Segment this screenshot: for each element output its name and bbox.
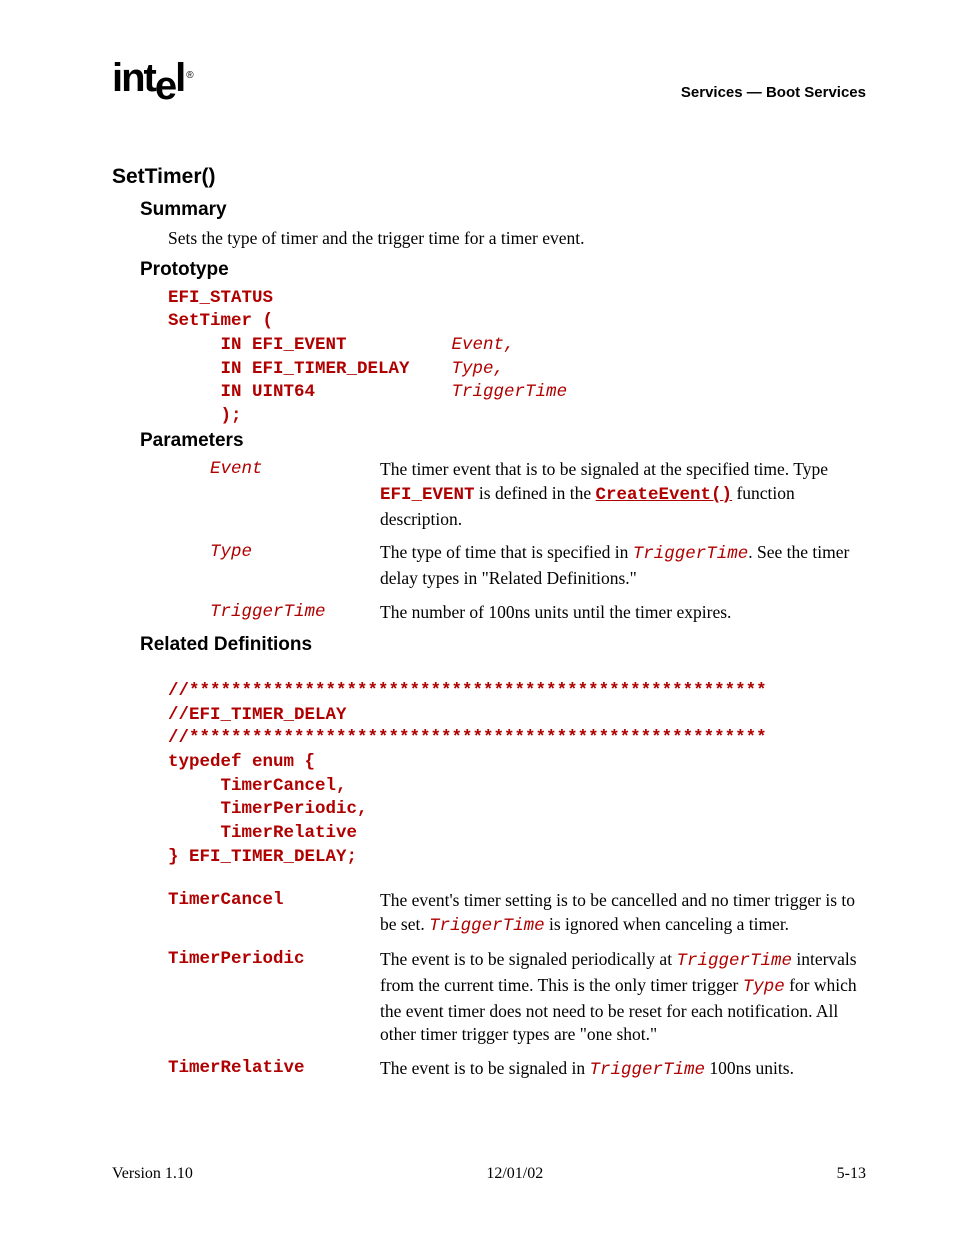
def-desc: The event is to be signaled periodically… (380, 948, 866, 1047)
param-type: Type The type of time that is specified … (210, 541, 866, 590)
related-heading: Related Definitions (140, 634, 866, 656)
prototype-heading: Prototype (140, 259, 866, 281)
summary-text: Sets the type of timer and the trigger t… (168, 227, 866, 251)
param-desc: The timer event that is to be signaled a… (380, 458, 866, 531)
summary-heading: Summary (140, 199, 866, 221)
section-label: Services — Boot Services (681, 84, 866, 101)
related-code: //**************************************… (168, 680, 866, 869)
def-timercancel: TimerCancel The event's timer setting is… (168, 889, 866, 938)
def-desc: The event's timer setting is to be cance… (380, 889, 866, 938)
param-desc: The number of 100ns units until the time… (380, 601, 866, 625)
footer-date: 12/01/02 (486, 1165, 543, 1183)
def-name: TimerPeriodic (168, 948, 380, 1047)
def-name: TimerRelative (168, 1057, 380, 1083)
page-footer: Version 1.10 12/01/02 5-13 (112, 1165, 866, 1183)
page-header: intel® Services — Boot Services (112, 60, 866, 105)
def-timerperiodic: TimerPeriodic The event is to be signale… (168, 948, 866, 1047)
def-desc: The event is to be signaled in TriggerTi… (380, 1057, 866, 1083)
prototype-code: EFI_STATUS SetTimer ( IN EFI_EVENT Event… (168, 287, 866, 429)
param-event: Event The timer event that is to be sign… (210, 458, 866, 531)
param-name: Event (210, 458, 380, 531)
parameters-heading: Parameters (140, 430, 866, 452)
param-name: TriggerTime (210, 601, 380, 625)
createevent-link[interactable]: CreateEvent() (596, 485, 733, 505)
param-desc: The type of time that is specified in Tr… (380, 541, 866, 590)
def-timerrelative: TimerRelative The event is to be signale… (168, 1057, 866, 1083)
param-triggertime: TriggerTime The number of 100ns units un… (210, 601, 866, 625)
footer-page: 5-13 (837, 1165, 866, 1183)
footer-version: Version 1.10 (112, 1165, 193, 1183)
intel-logo: intel® (112, 56, 190, 101)
def-name: TimerCancel (168, 889, 380, 938)
function-title: SetTimer() (112, 165, 866, 189)
param-name: Type (210, 541, 380, 590)
